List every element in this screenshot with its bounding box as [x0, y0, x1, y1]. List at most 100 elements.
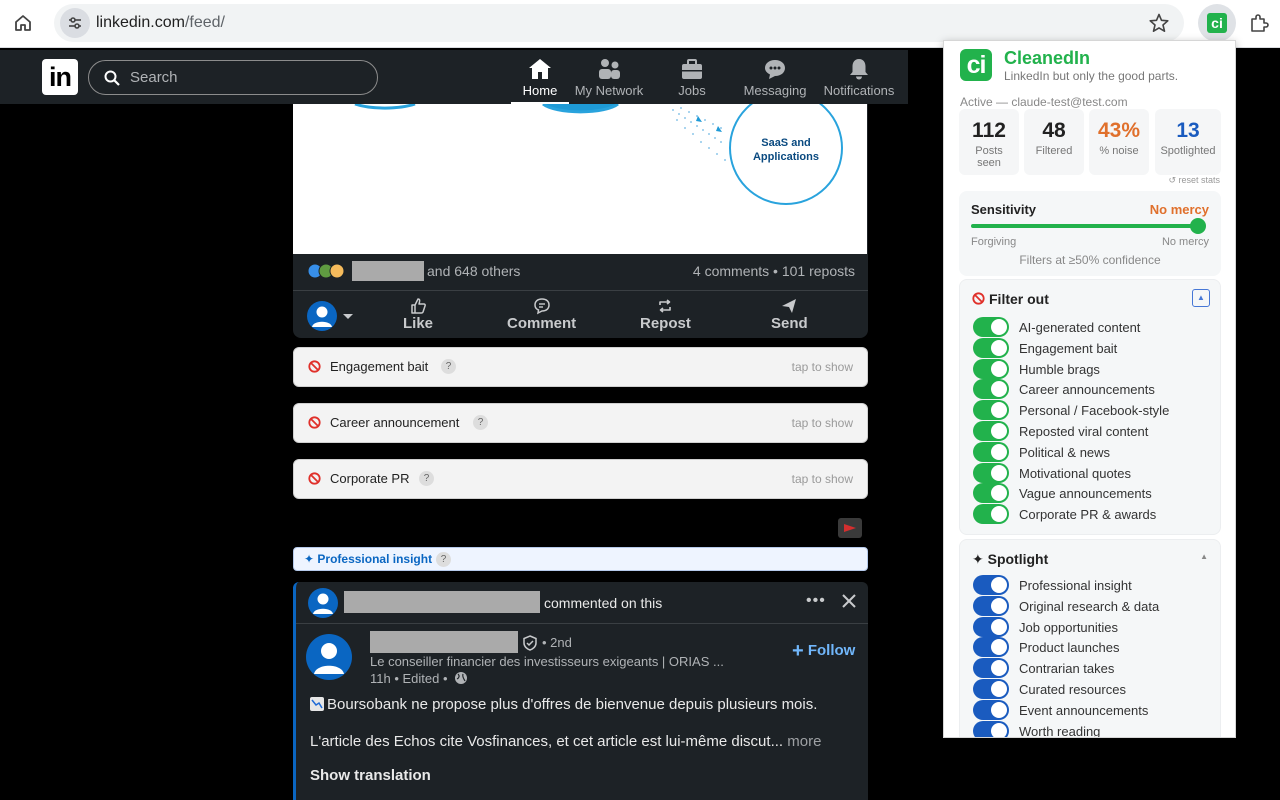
post-timestamp: 11h • Edited • — [370, 671, 448, 686]
toggle-row[interactable]: Job opportunities — [973, 616, 1213, 637]
address-bar[interactable]: linkedin.com/feed/ — [54, 4, 1184, 42]
cleanedin-extension-icon[interactable]: ci — [1198, 4, 1236, 42]
comment-label: Comment — [507, 315, 577, 332]
toggle-switch[interactable] — [973, 400, 1009, 421]
toggle-row[interactable]: Curated resources — [973, 679, 1213, 699]
nav-notifications[interactable]: Notifications — [820, 50, 898, 104]
toggle-row[interactable]: Humble brags — [973, 358, 1213, 379]
blocked-icon — [308, 416, 321, 429]
nav-jobs-label: Jobs — [678, 83, 706, 98]
spotlight-header[interactable]: ✦ Spotlight — [972, 551, 1048, 568]
redacted-author-name[interactable] — [370, 631, 518, 653]
sensitivity-slider-thumb[interactable] — [1190, 218, 1206, 234]
nav-messaging[interactable]: Messaging — [742, 50, 808, 104]
close-icon[interactable] — [841, 593, 857, 609]
like-button[interactable]: Like — [403, 297, 433, 332]
toggle-row[interactable]: Motivational quotes — [973, 462, 1213, 483]
toggle-switch[interactable] — [973, 483, 1009, 504]
toggle-switch[interactable] — [973, 679, 1009, 699]
toggle-switch[interactable] — [973, 637, 1009, 658]
toggle-row[interactable]: Original research & data — [973, 595, 1213, 616]
see-more-link[interactable]: more — [787, 733, 821, 750]
follow-button[interactable]: + Follow — [792, 640, 855, 663]
toggle-switch[interactable] — [973, 441, 1009, 462]
reset-stats-link[interactable]: ↺ reset stats — [1168, 175, 1220, 186]
toggle-switch[interactable] — [973, 720, 1009, 737]
help-icon[interactable]: ? — [436, 552, 451, 567]
url-text[interactable]: linkedin.com/feed/ — [96, 14, 225, 32]
post-image[interactable]: SaaS and Applications — [293, 104, 867, 254]
toggle-label: Reposted viral content — [1019, 424, 1149, 439]
help-icon[interactable]: ? — [419, 471, 434, 486]
url-path: /feed/ — [184, 14, 225, 31]
reactions-count[interactable]: and 648 others — [427, 263, 520, 279]
toggle-switch[interactable] — [973, 379, 1009, 400]
spotlight-insight-label: ✦ Professional insight — [304, 552, 433, 566]
toggle-row[interactable]: Event announcements — [973, 699, 1213, 720]
linkedin-logo[interactable]: in — [42, 59, 78, 95]
search-icon — [103, 69, 121, 87]
show-translation-button[interactable]: Show translation — [310, 767, 431, 784]
toggle-knob — [991, 360, 1007, 377]
comments-reposts-count[interactable]: 4 comments • 101 reposts — [693, 263, 855, 279]
toggle-row[interactable]: Worth reading — [973, 720, 1213, 737]
toggle-row[interactable]: Product launches — [973, 637, 1213, 658]
tap-to-show-label[interactable]: tap to show — [792, 360, 853, 374]
toggle-row[interactable]: Corporate PR & awards — [973, 504, 1213, 525]
post-text: Boursobank ne propose plus d'offres de b… — [310, 696, 817, 713]
toggle-switch[interactable] — [973, 575, 1009, 595]
repost-button[interactable]: Repost — [640, 297, 691, 332]
toggle-switch[interactable] — [973, 337, 1009, 358]
like-icon — [411, 298, 426, 314]
cleanedin-logo: ci — [960, 49, 992, 81]
toggle-row[interactable]: Career announcements — [973, 379, 1213, 400]
toggle-row[interactable]: Vague announcements — [973, 483, 1213, 504]
toggle-row[interactable]: Political & news — [973, 441, 1213, 462]
collapse-icon[interactable]: ▲ — [1200, 552, 1208, 561]
toggle-knob — [991, 443, 1007, 460]
toggle-row[interactable]: AI-generated content — [973, 317, 1213, 337]
collapse-icon[interactable]: ▲ — [1192, 289, 1210, 307]
toggle-switch[interactable] — [973, 595, 1009, 616]
extensions-puzzle-icon[interactable] — [1248, 12, 1270, 34]
tap-to-show-label[interactable]: tap to show — [792, 416, 853, 430]
comment-button[interactable]: Comment — [507, 297, 576, 332]
toggle-switch[interactable] — [973, 658, 1009, 679]
browser-home-icon[interactable] — [12, 12, 34, 34]
search-input[interactable]: Search — [88, 60, 378, 95]
toggle-row[interactable]: Reposted viral content — [973, 421, 1213, 441]
nav-my-network[interactable]: My Network — [572, 50, 646, 104]
toggle-switch[interactable] — [973, 616, 1009, 637]
filter-out-title: Filter out — [989, 291, 1049, 307]
site-info-icon[interactable] — [60, 8, 90, 38]
filter-out-header[interactable]: Filter out — [972, 291, 1049, 307]
filtered-post-placeholder[interactable]: Corporate PR ? tap to show — [293, 459, 868, 499]
nav-home[interactable]: Home — [511, 50, 569, 104]
briefcase-icon — [682, 59, 702, 79]
help-icon[interactable]: ? — [441, 359, 456, 374]
tap-to-show-label[interactable]: tap to show — [792, 472, 853, 486]
filtered-post-placeholder[interactable]: Engagement bait ? tap to show — [293, 347, 868, 387]
toggle-row[interactable]: Personal / Facebook-style — [973, 400, 1213, 421]
filtered-post-placeholder[interactable]: Career announcement ? tap to show — [293, 403, 868, 443]
author-avatar[interactable] — [306, 634, 352, 680]
toggle-switch[interactable] — [973, 358, 1009, 379]
nav-jobs[interactable]: Jobs — [666, 50, 718, 104]
toggle-row[interactable]: Professional insight — [973, 575, 1213, 595]
toggle-switch[interactable] — [973, 699, 1009, 720]
toggle-switch[interactable] — [973, 462, 1009, 483]
toggle-switch[interactable] — [973, 504, 1009, 525]
toggle-row[interactable]: Engagement bait — [973, 337, 1213, 358]
toggle-switch[interactable] — [973, 317, 1009, 337]
toggle-row[interactable]: Contrarian takes — [973, 658, 1213, 679]
reaction-avatar-selector[interactable] — [307, 301, 355, 331]
toggle-switch[interactable] — [973, 421, 1009, 441]
more-options-icon[interactable]: ••• — [806, 592, 826, 610]
flag-icon[interactable] — [838, 518, 862, 538]
sensitivity-slider-track[interactable] — [971, 224, 1193, 228]
send-button[interactable]: Send — [771, 297, 808, 332]
help-icon[interactable]: ? — [473, 415, 488, 430]
avatar[interactable] — [308, 588, 338, 618]
bookmark-star-icon[interactable] — [1148, 12, 1170, 34]
toggle-knob — [991, 402, 1007, 419]
